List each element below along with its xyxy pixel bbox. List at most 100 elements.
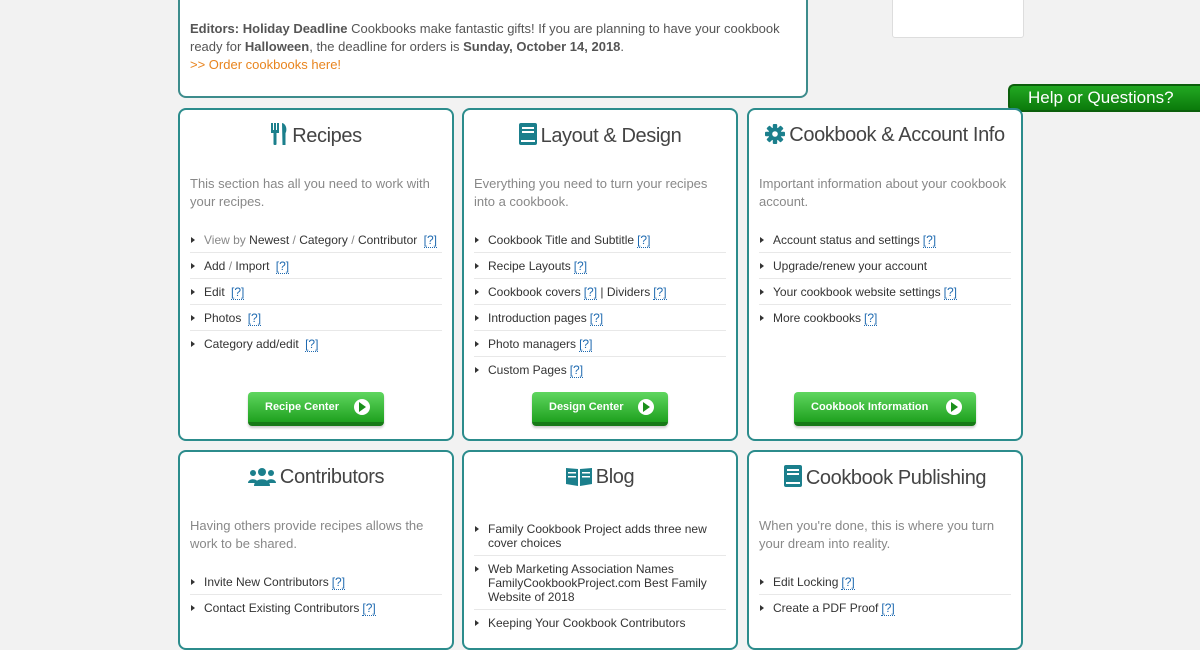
help-link[interactable]: [?] bbox=[583, 285, 598, 300]
dividers-link[interactable]: Dividers bbox=[607, 285, 650, 299]
view-contributor-link[interactable]: Contributor bbox=[358, 233, 417, 247]
list-item: Web Marketing Association Names FamilyCo… bbox=[474, 556, 726, 610]
order-cookbooks-link[interactable]: >> Order cookbooks here! bbox=[190, 56, 341, 74]
account-info-card: Cookbook & Account Info Important inform… bbox=[747, 108, 1023, 441]
help-link[interactable]: [?] bbox=[231, 285, 245, 300]
notice-date: Sunday, October 14, 2018 bbox=[463, 39, 621, 54]
list-item: Add / Import [?] bbox=[190, 253, 442, 279]
help-questions-tab[interactable]: Help or Questions? bbox=[1008, 84, 1200, 112]
notice-text-3: . bbox=[620, 39, 625, 54]
fork-knife-icon bbox=[270, 123, 288, 151]
list-item: Cookbook Title and Subtitle [?] bbox=[474, 227, 726, 253]
help-link[interactable]: [?] bbox=[922, 233, 937, 248]
help-link[interactable]: [?] bbox=[864, 311, 878, 326]
publishing-title: Cookbook Publishing bbox=[749, 465, 1021, 493]
website-settings-link[interactable]: Your cookbook website settings bbox=[773, 285, 941, 299]
photos-link[interactable]: Photos bbox=[204, 311, 241, 325]
list-item: Family Cookbook Project adds three new c… bbox=[474, 516, 726, 556]
help-link[interactable]: [?] bbox=[573, 259, 588, 274]
account-status-link[interactable]: Account status and settings bbox=[773, 233, 920, 247]
cookbook-covers-link[interactable]: Cookbook covers bbox=[488, 285, 581, 299]
edit-recipe-link[interactable]: Edit bbox=[204, 285, 225, 299]
category-add-edit-link[interactable]: Category add/edit bbox=[204, 337, 299, 351]
help-link[interactable]: [?] bbox=[943, 285, 958, 300]
more-cookbooks-link[interactable]: More cookbooks bbox=[773, 311, 861, 325]
help-link[interactable]: [?] bbox=[653, 285, 667, 300]
photo-managers-link[interactable]: Photo managers bbox=[488, 337, 576, 351]
separator: / bbox=[351, 233, 355, 247]
list-item: Introduction pages [?] bbox=[474, 305, 726, 331]
publishing-card: Cookbook Publishing When you're done, th… bbox=[747, 450, 1023, 650]
layout-design-description: Everything you need to turn your recipes… bbox=[474, 176, 708, 209]
holiday-deadline-notice: Editors: Holiday Deadline Cookbooks make… bbox=[178, 0, 808, 98]
publishing-links-list: Edit Locking [?] Create a PDF Proof [?] bbox=[759, 569, 1011, 620]
arrow-right-icon bbox=[946, 399, 962, 415]
invite-contributors-link[interactable]: Invite New Contributors bbox=[204, 575, 329, 589]
edit-locking-link[interactable]: Edit Locking bbox=[773, 575, 838, 589]
cookbook-title-link[interactable]: Cookbook Title and Subtitle bbox=[488, 233, 634, 247]
design-center-button[interactable]: Design Center bbox=[532, 392, 668, 426]
upgrade-renew-link[interactable]: Upgrade/renew your account bbox=[773, 259, 927, 273]
view-newest-link[interactable]: Newest bbox=[249, 233, 289, 247]
help-link[interactable]: [?] bbox=[423, 233, 437, 248]
list-item: Your cookbook website settings [?] bbox=[759, 279, 1011, 305]
view-by-label: View by bbox=[204, 233, 246, 247]
layout-links-list: Cookbook Title and Subtitle [?] Recipe La… bbox=[474, 227, 726, 382]
list-item: Photos [?] bbox=[190, 305, 442, 331]
help-link[interactable]: [?] bbox=[589, 311, 604, 326]
separator: | bbox=[600, 285, 604, 299]
list-item: More cookbooks [?] bbox=[759, 305, 1011, 330]
list-item: Upgrade/renew your account bbox=[759, 253, 1011, 279]
recipe-center-button[interactable]: Recipe Center bbox=[248, 392, 384, 426]
list-item: Cookbook covers [?] | Dividers [?] bbox=[474, 279, 726, 305]
help-link[interactable]: [?] bbox=[331, 575, 346, 590]
recipes-title-text: Recipes bbox=[292, 125, 362, 147]
list-item: View by Newest / Category / Contributor … bbox=[190, 227, 442, 253]
add-recipe-link[interactable]: Add bbox=[204, 259, 225, 273]
introduction-pages-link[interactable]: Introduction pages bbox=[488, 311, 587, 325]
recipes-description: This section has all you need to work wi… bbox=[190, 176, 430, 209]
list-item: Create a PDF Proof [?] bbox=[759, 595, 1011, 620]
custom-pages-link[interactable]: Custom Pages bbox=[488, 363, 567, 377]
list-item: Invite New Contributors [?] bbox=[190, 569, 442, 595]
notice-label: Editors: bbox=[190, 21, 240, 36]
users-icon bbox=[247, 468, 276, 492]
list-item: Edit Locking [?] bbox=[759, 569, 1011, 595]
account-info-title-text: Cookbook & Account Info bbox=[789, 124, 1005, 146]
help-link[interactable]: [?] bbox=[579, 337, 593, 352]
help-link[interactable]: [?] bbox=[275, 259, 290, 274]
help-link[interactable]: [?] bbox=[881, 601, 895, 616]
blog-card: Blog Family Cookbook Project adds three … bbox=[462, 450, 738, 650]
contributors-title-text: Contributors bbox=[279, 466, 385, 488]
contributors-links-list: Invite New Contributors [?] Contact Exist… bbox=[190, 569, 442, 620]
blog-post-link[interactable]: Family Cookbook Project adds three new c… bbox=[488, 522, 707, 550]
open-book-icon bbox=[565, 466, 592, 492]
notice-headline: Holiday Deadline bbox=[242, 21, 348, 36]
contact-contributors-link[interactable]: Contact Existing Contributors bbox=[204, 601, 359, 615]
help-link[interactable]: [?] bbox=[569, 363, 584, 378]
book-icon bbox=[783, 465, 802, 493]
arrow-right-icon bbox=[638, 399, 654, 415]
recipe-layouts-link[interactable]: Recipe Layouts bbox=[488, 259, 571, 273]
list-item: Recipe Layouts [?] bbox=[474, 253, 726, 279]
help-link[interactable]: [?] bbox=[305, 337, 319, 352]
create-pdf-proof-link[interactable]: Create a PDF Proof bbox=[773, 601, 878, 615]
account-links-list: Account status and settings [?] Upgrade/r… bbox=[759, 227, 1011, 330]
help-link[interactable]: [?] bbox=[247, 311, 262, 326]
list-item: Category add/edit [?] bbox=[190, 331, 442, 356]
publishing-description: When you're done, this is where you turn… bbox=[759, 518, 995, 551]
blog-title-text: Blog bbox=[595, 466, 635, 488]
help-link[interactable]: [?] bbox=[637, 233, 651, 248]
list-item: Contact Existing Contributors [?] bbox=[190, 595, 442, 620]
blog-post-link[interactable]: Web Marketing Association Names FamilyCo… bbox=[488, 562, 707, 604]
recipes-title: Recipes bbox=[180, 123, 452, 151]
import-recipe-link[interactable]: Import bbox=[235, 259, 269, 273]
recipe-center-button-label: Recipe Center bbox=[265, 401, 339, 413]
help-link[interactable]: [?] bbox=[362, 601, 376, 616]
publishing-title-text: Cookbook Publishing bbox=[805, 467, 987, 489]
cookbook-information-button[interactable]: Cookbook Information bbox=[794, 392, 976, 426]
arrow-right-icon bbox=[354, 399, 370, 415]
help-link[interactable]: [?] bbox=[841, 575, 855, 590]
view-category-link[interactable]: Category bbox=[299, 233, 348, 247]
list-item: Edit [?] bbox=[190, 279, 442, 305]
